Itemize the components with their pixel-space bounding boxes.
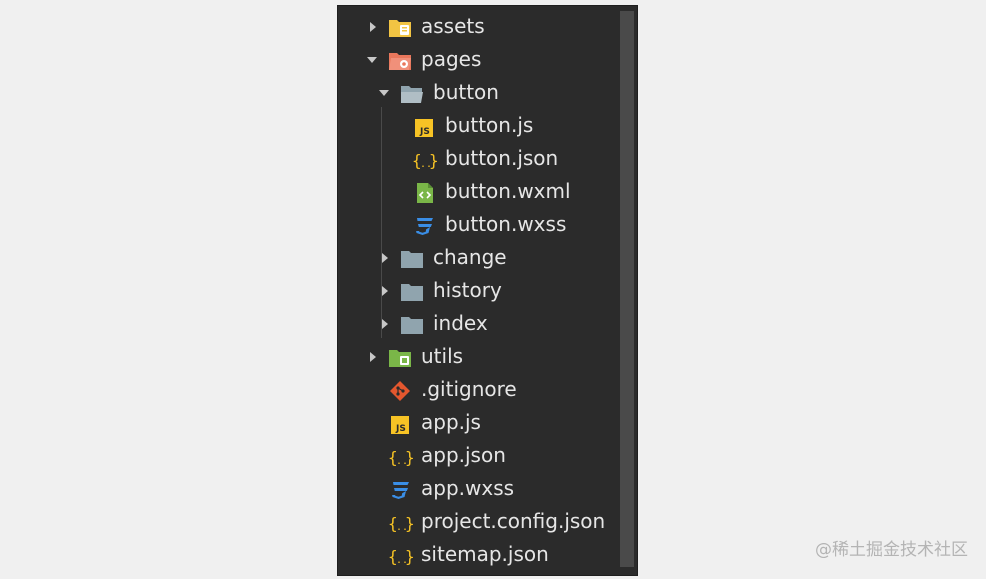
chevron-down-icon[interactable] [379, 90, 389, 96]
tree-item-index[interactable]: index [338, 307, 620, 340]
chevron-right-icon[interactable] [370, 22, 376, 32]
tree-item-button-js[interactable]: JS button.js [338, 109, 620, 142]
chevron-down-icon[interactable] [367, 57, 377, 63]
chevron-right-icon[interactable] [382, 253, 388, 263]
svg-text:}: } [429, 151, 438, 170]
json-file-icon: { .. } [388, 511, 415, 533]
svg-text:JS: JS [395, 424, 406, 434]
js-file-icon: JS [389, 412, 413, 434]
chevron-right-icon[interactable] [382, 319, 388, 329]
tree-item-gitignore[interactable]: .gitignore [338, 373, 620, 406]
json-file-icon: { .. } [388, 445, 415, 467]
svg-text:}: } [405, 448, 414, 467]
tree-item-label: button.json [445, 146, 559, 170]
tree-item-change[interactable]: change [338, 241, 620, 274]
tree-item-label: button.js [445, 113, 534, 137]
git-file-icon [389, 379, 413, 401]
tree-item-label: sitemap.json [421, 542, 549, 566]
tree-item-app-js[interactable]: JS app.js [338, 406, 620, 439]
tree-item-pages[interactable]: pages [338, 43, 620, 76]
folder-utils-icon [388, 346, 412, 368]
folder-pages-icon [388, 49, 412, 71]
tree-item-label: index [433, 311, 488, 335]
tree-item-utils[interactable]: utils [338, 340, 620, 373]
tree-item-label: button [433, 80, 499, 104]
tree-item-label: history [433, 278, 502, 302]
chevron-right-icon[interactable] [382, 286, 388, 296]
tree-item-sitemap-json[interactable]: { .. } sitemap.json [338, 538, 620, 571]
svg-text:}: } [405, 514, 414, 533]
tree-item-project-config-json[interactable]: { .. } project.config.json [338, 505, 620, 538]
js-file-icon: JS [413, 115, 437, 137]
tree-item-label: utils [421, 344, 464, 368]
tree-item-label: change [433, 245, 507, 269]
tree-item-app-wxss[interactable]: app.wxss [338, 472, 620, 505]
tree-item-label: assets [421, 14, 485, 38]
tree-item-label: app.json [421, 443, 506, 467]
wxml-file-icon [414, 181, 438, 203]
svg-text:}: } [405, 547, 414, 566]
json-file-icon: { .. } [388, 544, 415, 566]
tree-item-label: app.wxss [421, 476, 515, 500]
tree-item-label: project.config.json [421, 509, 606, 533]
tree-item-button-wxss[interactable]: button.wxss [338, 208, 620, 241]
json-file-icon: { .. } [412, 148, 439, 170]
chevron-right-icon[interactable] [370, 352, 376, 362]
tree-item-button-wxml[interactable]: button.wxml [338, 175, 620, 208]
tree-item-label: button.wxss [445, 212, 567, 236]
tree-item-label: .gitignore [421, 377, 517, 401]
vertical-scrollbar[interactable] [620, 11, 634, 567]
folder-icon [400, 280, 424, 302]
folder-icon [400, 313, 424, 335]
tree-item-label: app.js [421, 410, 481, 434]
tree-item-button-json[interactable]: { .. } button.json [338, 142, 620, 175]
file-explorer: assets pages button JS button.js {..} … [337, 5, 638, 576]
svg-text:JS: JS [419, 127, 430, 137]
css-file-icon [413, 214, 437, 236]
tree-item-assets[interactable]: assets [338, 10, 620, 43]
tree-item-label: pages [421, 47, 482, 71]
watermark: @稀土掘金技术社区 [815, 540, 968, 560]
tree-item-label: button.wxml [445, 179, 571, 203]
folder-assets-icon [388, 16, 412, 38]
folder-icon [400, 247, 424, 269]
tree-item-history[interactable]: history [338, 274, 620, 307]
tree-item-app-json[interactable]: { .. } app.json [338, 439, 620, 472]
css-file-icon [389, 478, 413, 500]
tree-item-button-folder[interactable]: button [338, 76, 620, 109]
folder-open-icon [400, 82, 424, 104]
